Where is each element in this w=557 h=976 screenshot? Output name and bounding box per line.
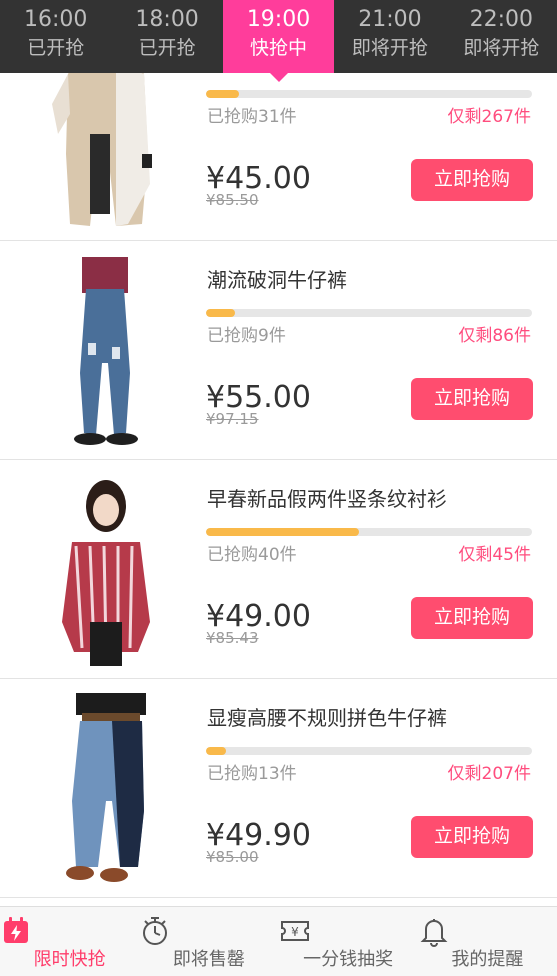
nav-selling-out[interactable]: 即将售罄 [139,907,278,976]
tab-status: 已开抢 [27,37,85,59]
product-title[interactable]: 潮流破洞牛仔裤 [207,267,347,293]
remaining-count: 仅剩45件 [458,545,531,565]
progress-bar [206,309,532,317]
product-image[interactable] [46,253,164,448]
progress-bar [206,747,532,755]
buy-now-button[interactable]: 立即抢购 [411,816,533,858]
progress-fill [206,309,236,317]
sold-count: 已抢购9件 [207,326,286,346]
original-price: ¥97.15 [206,410,259,428]
progress-fill [206,747,226,755]
bell-icon [420,919,448,947]
nav-label: 一分钱抽奖 [303,949,394,970]
tab-1800[interactable]: 18:00 已开抢 [111,0,222,73]
product-image[interactable] [46,472,164,667]
nav-penny-lottery[interactable]: ¥ 一分钱抽奖 [279,907,418,976]
tab-time: 19:00 [246,7,311,32]
tab-status: 已开抢 [138,37,196,59]
tab-2100[interactable]: 21:00 即将开抢 [334,0,445,73]
tab-1900[interactable]: 19:00 快抢中 [222,0,335,82]
nav-label: 我的提醒 [451,949,524,970]
sold-count: 已抢购31件 [207,107,297,127]
product-title[interactable]: 早春新品假两件竖条纹衬衫 [207,486,447,512]
buy-now-button[interactable]: 立即抢购 [411,597,533,639]
flash-sale-icon [4,917,28,943]
tab-time: 21:00 [358,7,422,32]
tab-time: 16:00 [24,7,88,32]
product-item[interactable]: 潮流破洞牛仔裤 已抢购9件 仅剩86件 ¥55.00 ¥97.15 立即抢购 [0,241,557,460]
timer-icon [143,917,168,945]
original-price: ¥85.50 [206,191,259,209]
progress-bar [206,90,532,98]
flash-sale-page: 已抢购31件 仅剩267件 ¥45.00 ¥85.50 立即抢购 潮流破洞牛仔裤… [0,0,557,976]
bottom-nav: 限时快抢 即将售罄 ¥ 一分钱抽奖 我的提醒 [0,906,557,976]
sold-count: 已抢购40件 [207,545,297,565]
original-price: ¥85.00 [206,848,259,866]
nav-flash-sale[interactable]: 限时快抢 [0,907,139,976]
lottery-ticket-icon: ¥ [280,921,309,941]
progress-fill [206,528,360,536]
tab-time: 22:00 [469,7,534,32]
remaining-count: 仅剩267件 [447,107,531,127]
nav-label: 限时快抢 [33,949,106,970]
time-slot-tabs: 16:00 已开抢 18:00 已开抢 19:00 快抢中 21:00 即将开抢… [0,0,557,82]
remaining-count: 仅剩86件 [458,326,531,346]
nav-my-reminders[interactable]: 我的提醒 [418,907,557,976]
tab-time: 18:00 [135,7,199,32]
svg-text:¥: ¥ [291,925,299,939]
tab-status: 即将开抢 [351,37,428,59]
product-image[interactable] [46,691,164,886]
progress-fill [206,90,239,98]
product-item[interactable]: 早春新品假两件竖条纹衬衫 已抢购40件 仅剩45件 ¥49.00 ¥85.43 … [0,460,557,679]
product-title[interactable]: 显瘦高腰不规则拼色牛仔裤 [207,705,447,731]
tab-2200[interactable]: 22:00 即将开抢 [446,0,557,73]
product-item[interactable]: 显瘦高腰不规则拼色牛仔裤 已抢购13件 仅剩207件 ¥49.90 ¥85.00… [0,679,557,898]
buy-now-button[interactable]: 立即抢购 [411,159,533,201]
progress-bar [206,528,532,536]
sold-count: 已抢购13件 [207,764,297,784]
tab-1600[interactable]: 16:00 已开抢 [0,0,111,73]
original-price: ¥85.43 [206,629,259,647]
remaining-count: 仅剩207件 [447,764,531,784]
tab-status: 快抢中 [250,37,308,59]
buy-now-button[interactable]: 立即抢购 [411,378,533,420]
nav-label: 即将售罄 [172,949,245,970]
tab-status: 即将开抢 [463,37,540,59]
